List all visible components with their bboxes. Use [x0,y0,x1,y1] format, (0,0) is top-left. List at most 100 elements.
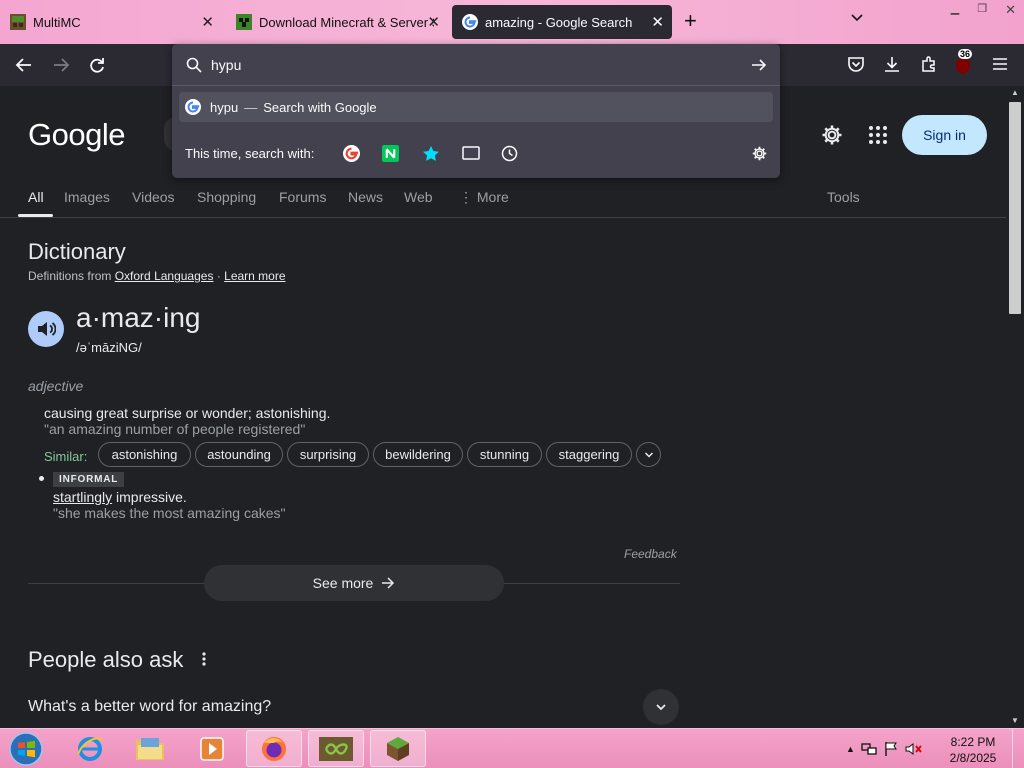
go-arrow-icon[interactable] [750,56,768,74]
settings-gear-icon[interactable] [820,123,844,147]
google-icon [185,99,201,115]
one-off-search-label: This time, search with: [185,146,315,161]
new-tab-button[interactable]: + [684,8,697,34]
similar-chip[interactable]: astounding [195,442,283,467]
tab-images[interactable]: Images [64,189,110,205]
show-desktop-button[interactable] [1012,729,1024,768]
scroll-up-icon[interactable]: ▲ [1011,88,1019,97]
tab-web[interactable]: Web [404,189,433,205]
minecraft-grass-block-icon [387,736,409,761]
taskbar-internet-explorer[interactable] [62,730,118,767]
definition-source: Definitions from Oxford Languages · Lear… [28,269,286,283]
tab-strip: MultiMC ✕ Download Minecraft & Server So… [0,0,1024,44]
tab-more[interactable]: ⋮ More [459,189,509,206]
google-logo[interactable]: Google [28,117,125,153]
search-suggestion[interactable]: hypu — Search with Google [179,92,773,122]
scroll-down-icon[interactable]: ▼ [1011,716,1019,725]
network-icon[interactable] [861,741,877,757]
show-hidden-icons[interactable]: ▲ [846,744,855,754]
oxford-languages-link[interactable]: Oxford Languages [115,269,214,283]
sign-in-button[interactable]: Sign in [902,115,987,155]
tab-more-label: More [476,189,509,205]
windows-taskbar: ▲ 8:22 PM 2/8/2025 [0,728,1024,768]
taskbar-minecraft[interactable] [370,730,426,767]
tab-minecraft[interactable]: Download Minecraft & Server Software ✕ [226,5,448,39]
start-button[interactable] [6,730,46,768]
similar-chip[interactable]: astonishing [98,442,191,467]
speaker-icon [38,322,56,336]
address-bar[interactable]: hypu [172,44,780,86]
learn-more-link[interactable]: Learn more [224,269,285,283]
page-scrollbar[interactable]: ▲ ▼ [1006,86,1024,728]
headword: a·maz·ing [76,302,201,333]
pocket-icon[interactable] [847,55,865,73]
internet-explorer-icon [77,736,103,761]
similar-chip[interactable]: surprising [287,442,369,467]
question-1[interactable]: What's a better word for amazing? [28,698,271,716]
folder-icon [136,737,164,760]
tools-button[interactable]: Tools [827,189,860,205]
tab-google-search[interactable]: amazing - Google Search ✕ [452,5,672,39]
source-separator: · [216,269,221,283]
reload-icon[interactable] [87,55,107,75]
menu-icon[interactable] [991,55,1009,73]
example-2: "she makes the most amazing cakes" [53,505,286,521]
tab-videos[interactable]: Videos [132,189,175,205]
tab-multimc[interactable]: MultiMC ✕ [0,5,222,39]
arrow-right-icon [382,577,395,589]
close-window-icon[interactable]: ✕ [1005,2,1016,18]
ublock-origin-icon[interactable] [955,57,971,75]
pronunciation-button[interactable] [28,311,64,347]
close-tab-icon[interactable]: ✕ [201,13,214,31]
similar-chip[interactable]: stunning [467,442,542,467]
restore-icon[interactable]: ❐ [977,2,987,18]
taskbar-media-player[interactable] [184,730,240,767]
definition-2: startlingly impressive. [53,489,187,505]
address-input-text[interactable]: hypu [211,57,241,73]
system-clock[interactable]: 8:22 PM 2/8/2025 [944,734,1002,766]
active-tab-indicator [18,214,53,217]
taskbar-firefox[interactable] [246,730,302,767]
google-engine-icon[interactable] [343,145,360,162]
google-apps-icon[interactable] [868,125,888,145]
see-more-label: See more [312,575,374,591]
close-tab-icon[interactable]: ✕ [651,13,664,31]
scrollbar-thumb[interactable] [1009,102,1021,314]
back-icon[interactable] [14,55,34,75]
extensions-icon[interactable] [920,55,938,73]
volume-muted-icon[interactable] [905,741,923,757]
list-all-tabs-icon[interactable] [850,11,864,25]
firefox-icon [262,736,286,761]
tab-news[interactable]: News [348,189,383,205]
expand-similar-button[interactable] [636,442,661,467]
tab-shopping[interactable]: Shopping [197,189,256,205]
expand-question-button[interactable] [643,689,679,725]
similar-chip[interactable]: bewildering [373,442,463,467]
feedback-link[interactable]: Feedback [624,547,677,561]
tab-all[interactable]: All [28,189,44,205]
suggestion-query: hypu [210,99,239,115]
search-settings-icon[interactable] [751,145,768,162]
startlingly-link[interactable]: startlingly [53,489,112,505]
search-icon [186,57,202,73]
see-more-button[interactable]: See more [204,565,504,601]
forward-icon[interactable] [51,55,71,75]
taskbar-file-explorer[interactable] [122,730,178,767]
window-controls: ▁ ❐ ✕ [951,2,1016,18]
close-tab-icon[interactable]: ✕ [427,13,440,31]
tabs-icon[interactable] [462,145,480,161]
more-options-icon[interactable] [199,651,209,667]
taskbar-multimc[interactable] [308,730,364,767]
action-center-flag-icon[interactable] [883,741,899,757]
history-clock-icon[interactable] [501,145,518,162]
minimize-icon[interactable]: ▁ [951,2,959,18]
similar-label: Similar: [44,449,88,464]
suggestion-label: Search with Google [263,99,377,115]
tab-forums[interactable]: Forums [279,189,326,205]
suggestion-dash: — [244,99,258,115]
similar-chip[interactable]: staggering [546,442,632,467]
media-player-icon [200,736,224,761]
bookmarks-star-icon[interactable] [422,145,440,162]
naver-engine-icon[interactable] [382,145,399,162]
downloads-icon[interactable] [883,55,901,73]
